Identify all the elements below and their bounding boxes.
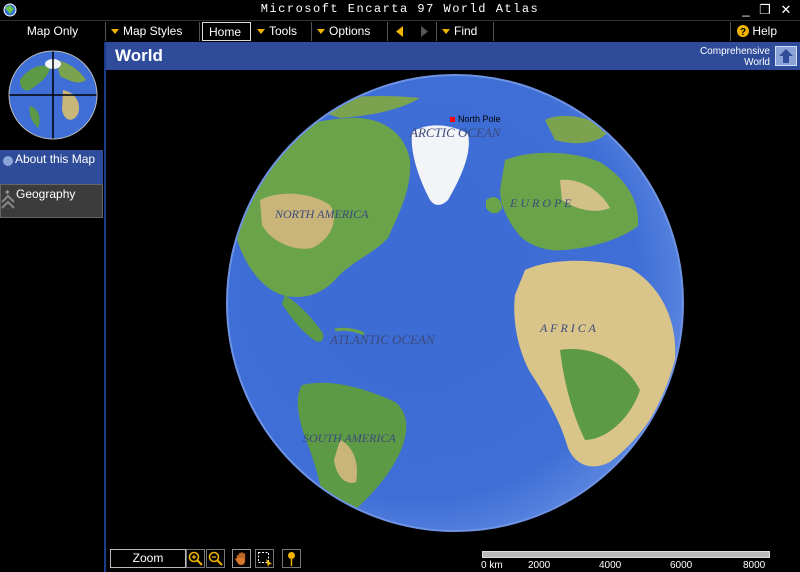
scale-label-8000: 8000 xyxy=(743,560,766,571)
dropdown-triangle-icon xyxy=(257,28,265,34)
sidebar-item-label: Geography xyxy=(16,187,76,201)
dropdown-triangle-icon xyxy=(442,28,450,34)
scale-bar-track xyxy=(482,551,770,558)
label-arctic-ocean: ARCTIC OCEAN xyxy=(409,125,502,140)
scale-label-2000: 2000 xyxy=(528,560,551,571)
help-button[interactable]: ? Help xyxy=(730,22,800,41)
scale-label-6000: 6000 xyxy=(670,560,693,571)
find-button[interactable]: Find xyxy=(436,22,494,41)
comprehensive-line1: Comprehensive xyxy=(699,46,770,57)
zoom-out-icon xyxy=(208,551,223,566)
label-atlantic-ocean: ATLANTIC OCEAN xyxy=(329,332,436,347)
tools-label: Tools xyxy=(269,24,298,38)
pan-hand-button[interactable] xyxy=(232,549,251,568)
sidebar: About this Map ✶ Geography xyxy=(0,42,105,572)
forward-arrow-icon[interactable] xyxy=(414,22,434,41)
map-header: World Comprehensive World xyxy=(106,42,800,70)
up-level-button[interactable] xyxy=(775,46,797,66)
globe-thumbnail[interactable] xyxy=(8,50,98,140)
comprehensive-line2: World xyxy=(744,57,770,68)
sidebar-item-about-map[interactable]: About this Map xyxy=(0,150,103,184)
map-styles-button[interactable]: Map Styles xyxy=(106,22,200,41)
hand-icon xyxy=(234,552,246,566)
map-title: World xyxy=(115,46,163,65)
map-only-button[interactable]: Map Only xyxy=(0,22,106,41)
dropdown-triangle-icon xyxy=(317,28,325,34)
title-bar: Microsoft Encarta 97 World Atlas _ ❐ ✕ xyxy=(0,0,800,20)
home-button[interactable]: Home xyxy=(202,22,251,41)
scale-label-0: 0 km xyxy=(481,560,503,571)
bottom-bar: Zoom 0 km 2000 4000 6000 8000 xyxy=(106,546,800,572)
dropdown-triangle-icon xyxy=(111,28,119,34)
options-button[interactable]: Options xyxy=(312,22,388,41)
close-button[interactable]: ✕ xyxy=(777,1,795,18)
home-label: Home xyxy=(209,25,242,39)
sidebar-item-label: About this Map xyxy=(15,152,96,166)
comprehensive-world-link[interactable]: Comprehensive World xyxy=(700,46,770,68)
zoom-label: Zoom xyxy=(110,549,186,568)
label-north-pole: North Pole xyxy=(458,114,501,124)
help-icon: ? xyxy=(737,25,749,38)
window-title: Microsoft Encarta 97 World Atlas xyxy=(260,2,540,16)
svg-text:✶: ✶ xyxy=(4,188,11,197)
options-label: Options xyxy=(329,24,371,38)
map-styles-label: Map Styles xyxy=(123,24,183,38)
back-arrow-icon[interactable] xyxy=(390,22,410,41)
scale-label-4000: 4000 xyxy=(599,560,622,571)
world-globe[interactable]: North Pole ARCTIC OCEAN NORTH AMERICA E … xyxy=(106,70,800,550)
globe-link-icon xyxy=(3,156,13,166)
label-europe: E U R O P E xyxy=(509,196,572,210)
label-south-america: SOUTH AMERICA xyxy=(303,431,396,445)
up-arrow-icon xyxy=(779,49,793,63)
pushpin-button[interactable] xyxy=(282,549,301,568)
zoom-box-button[interactable] xyxy=(255,549,274,568)
label-africa: A F R I C A xyxy=(539,321,597,335)
zoom-out-button[interactable] xyxy=(206,549,225,568)
zoom-in-icon xyxy=(188,551,203,566)
sidebar-item-geography[interactable]: ✶ Geography xyxy=(0,184,103,218)
expand-chevron-icon: ✶ xyxy=(1,188,15,209)
label-north-america: NORTH AMERICA xyxy=(274,207,369,221)
map-only-label: Map Only xyxy=(26,24,79,38)
pushpin-icon xyxy=(288,552,295,566)
toolbar: Map Only Map Styles Home Tools Options F… xyxy=(0,20,800,43)
tools-button[interactable]: Tools xyxy=(252,22,312,41)
zoom-in-button[interactable] xyxy=(186,549,205,568)
find-label: Find xyxy=(454,24,478,38)
svg-text:?: ? xyxy=(740,27,746,37)
selection-box-icon xyxy=(258,552,272,567)
help-label: Help xyxy=(752,24,778,38)
minimize-button[interactable]: _ xyxy=(737,1,755,18)
scale-bar: 0 km 2000 4000 6000 8000 xyxy=(481,549,771,571)
north-pole-marker[interactable] xyxy=(450,117,455,122)
map-canvas[interactable]: North Pole ARCTIC OCEAN NORTH AMERICA E … xyxy=(106,70,800,550)
restore-button[interactable]: ❐ xyxy=(756,1,774,18)
